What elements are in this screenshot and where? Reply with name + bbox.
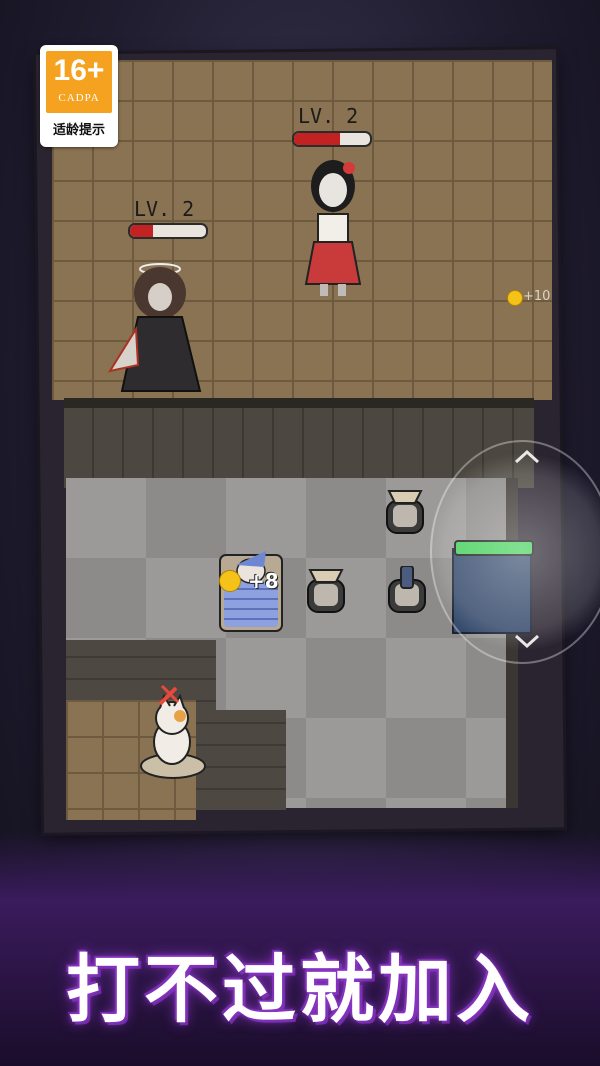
chevron-down-icon [514, 634, 540, 649]
room-wall-block [216, 710, 286, 810]
action-button[interactable] [430, 440, 600, 664]
age-rating-box: 16+ CADPA [46, 51, 112, 113]
enemy-hp-fill [130, 225, 153, 237]
turret[interactable] [385, 566, 429, 616]
coin-pickup-text: +10 [523, 289, 551, 304]
age-rating-number: 16+ [53, 54, 105, 87]
coin-icon [507, 290, 523, 306]
enemy-hp-fill [294, 133, 340, 145]
coin-icon [219, 570, 241, 592]
chevron-up-icon [514, 449, 540, 464]
age-rating-label: 适龄提示 [52, 123, 105, 138]
turret[interactable] [304, 566, 348, 616]
enemy-level-label: LV. 2 [134, 197, 195, 221]
age-rating-badge: 16+ CADPA 适龄提示 [40, 45, 118, 147]
age-rating-org: CADPA [58, 92, 100, 104]
enemy-hp-bar [128, 223, 208, 239]
tagline-title: 打不过就加入 [66, 947, 534, 1033]
winged-ghost[interactable] [108, 245, 212, 395]
enemy-hp-bar [292, 131, 372, 147]
red-dress-ghost[interactable] [300, 156, 366, 298]
sword-icon [158, 684, 180, 706]
enemy-level-label: LV. 2 [298, 104, 359, 128]
player-gain-text: +8 [248, 569, 279, 593]
turret[interactable] [383, 487, 427, 537]
